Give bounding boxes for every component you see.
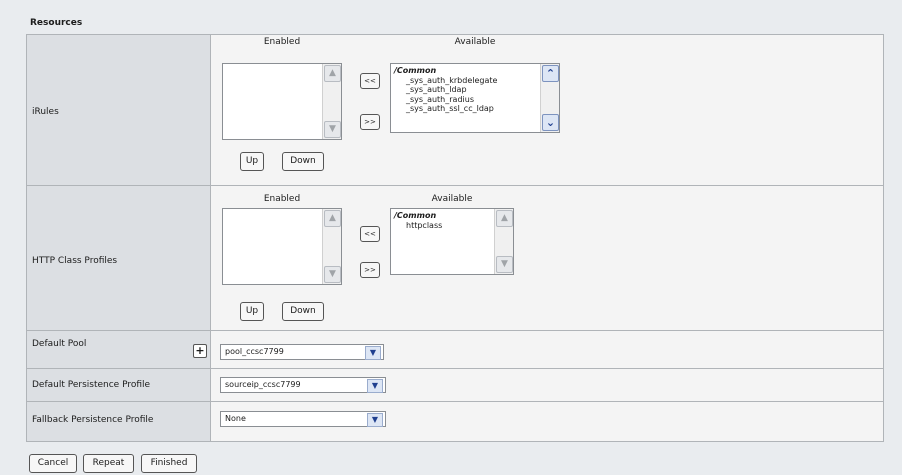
fallback-persistence-row-label: Fallback Persistence Profile bbox=[27, 402, 211, 441]
http-class-label: HTTP Class Profiles bbox=[32, 256, 118, 266]
scroll-down-icon[interactable]: ⌄ bbox=[542, 114, 559, 131]
default-persistence-select[interactable]: sourceip_ccsc7799 ▼ bbox=[220, 377, 386, 393]
http-class-move-right-button[interactable]: >> bbox=[360, 262, 380, 278]
http-class-enabled-scrollbar[interactable]: ▲ ▼ bbox=[322, 209, 341, 284]
chevron-down-icon[interactable]: ▼ bbox=[365, 346, 381, 360]
irules-enabled-scrollbar[interactable]: ▲ ▼ bbox=[322, 64, 341, 139]
irules-enabled-label: Enabled bbox=[263, 37, 301, 47]
irules-enabled-list[interactable]: ▲ ▼ bbox=[222, 63, 342, 140]
default-persistence-row-label: Default Persistence Profile bbox=[27, 369, 211, 402]
fallback-persistence-value: None bbox=[225, 414, 246, 423]
list-item[interactable]: _sys_auth_ssl_cc_ldap bbox=[394, 104, 559, 114]
irules-available-label: Available bbox=[454, 37, 496, 47]
list-item[interactable]: _sys_auth_ldap bbox=[394, 85, 559, 95]
default-pool-label: Default Pool bbox=[32, 339, 87, 349]
http-class-down-button[interactable]: Down bbox=[282, 302, 324, 321]
irules-down-button[interactable]: Down bbox=[282, 152, 324, 171]
chevron-down-icon[interactable]: ▼ bbox=[367, 413, 383, 427]
scroll-down-icon[interactable]: ▼ bbox=[324, 121, 341, 138]
http-class-available-label: Available bbox=[431, 194, 473, 204]
default-pool-row-label: Default Pool + bbox=[27, 331, 211, 369]
http-class-move-left-button[interactable]: << bbox=[360, 226, 380, 242]
scroll-up-icon[interactable]: ▲ bbox=[496, 210, 513, 227]
irules-move-left-button[interactable]: << bbox=[360, 73, 380, 89]
irules-available-list[interactable]: /Common _sys_auth_krbdelegate _sys_auth_… bbox=[390, 63, 560, 133]
default-persistence-value: sourceip_ccsc7799 bbox=[225, 380, 301, 389]
default-persistence-label: Default Persistence Profile bbox=[32, 380, 151, 390]
http-class-available-list[interactable]: /Common httpclass ▲ ▼ bbox=[390, 208, 514, 275]
http-class-enabled-label: Enabled bbox=[263, 194, 301, 204]
irules-row-label: iRules bbox=[27, 35, 211, 186]
default-pool-select[interactable]: pool_ccsc7799 ▼ bbox=[220, 344, 384, 360]
fallback-persistence-label: Fallback Persistence Profile bbox=[32, 415, 154, 425]
irules-up-button[interactable]: Up bbox=[240, 152, 264, 171]
list-item[interactable]: _sys_auth_radius bbox=[394, 95, 559, 105]
http-class-enabled-list[interactable]: ▲ ▼ bbox=[222, 208, 342, 285]
scroll-up-icon[interactable]: ⌃ bbox=[542, 65, 559, 82]
add-pool-button[interactable]: + bbox=[193, 344, 207, 358]
fallback-persistence-select[interactable]: None ▼ bbox=[220, 411, 386, 427]
http-class-row-label: HTTP Class Profiles bbox=[27, 186, 211, 331]
finished-button[interactable]: Finished bbox=[141, 454, 197, 473]
section-title: Resources bbox=[30, 18, 83, 28]
cancel-button[interactable]: Cancel bbox=[29, 454, 77, 473]
irules-label: iRules bbox=[32, 107, 59, 117]
http-class-up-button[interactable]: Up bbox=[240, 302, 264, 321]
list-group: /Common bbox=[394, 66, 437, 75]
chevron-down-icon[interactable]: ▼ bbox=[367, 379, 383, 393]
default-pool-value: pool_ccsc7799 bbox=[225, 347, 284, 356]
scroll-up-icon[interactable]: ▲ bbox=[324, 65, 341, 82]
scroll-down-icon[interactable]: ▼ bbox=[324, 266, 341, 283]
list-item[interactable]: _sys_auth_krbdelegate bbox=[394, 76, 559, 86]
irules-move-right-button[interactable]: >> bbox=[360, 114, 380, 130]
irules-available-scrollbar[interactable]: ⌃ ⌄ bbox=[540, 64, 559, 132]
http-class-available-scrollbar[interactable]: ▲ ▼ bbox=[494, 209, 513, 274]
scroll-up-icon[interactable]: ▲ bbox=[324, 210, 341, 227]
scroll-down-icon[interactable]: ▼ bbox=[496, 256, 513, 273]
repeat-button[interactable]: Repeat bbox=[83, 454, 134, 473]
